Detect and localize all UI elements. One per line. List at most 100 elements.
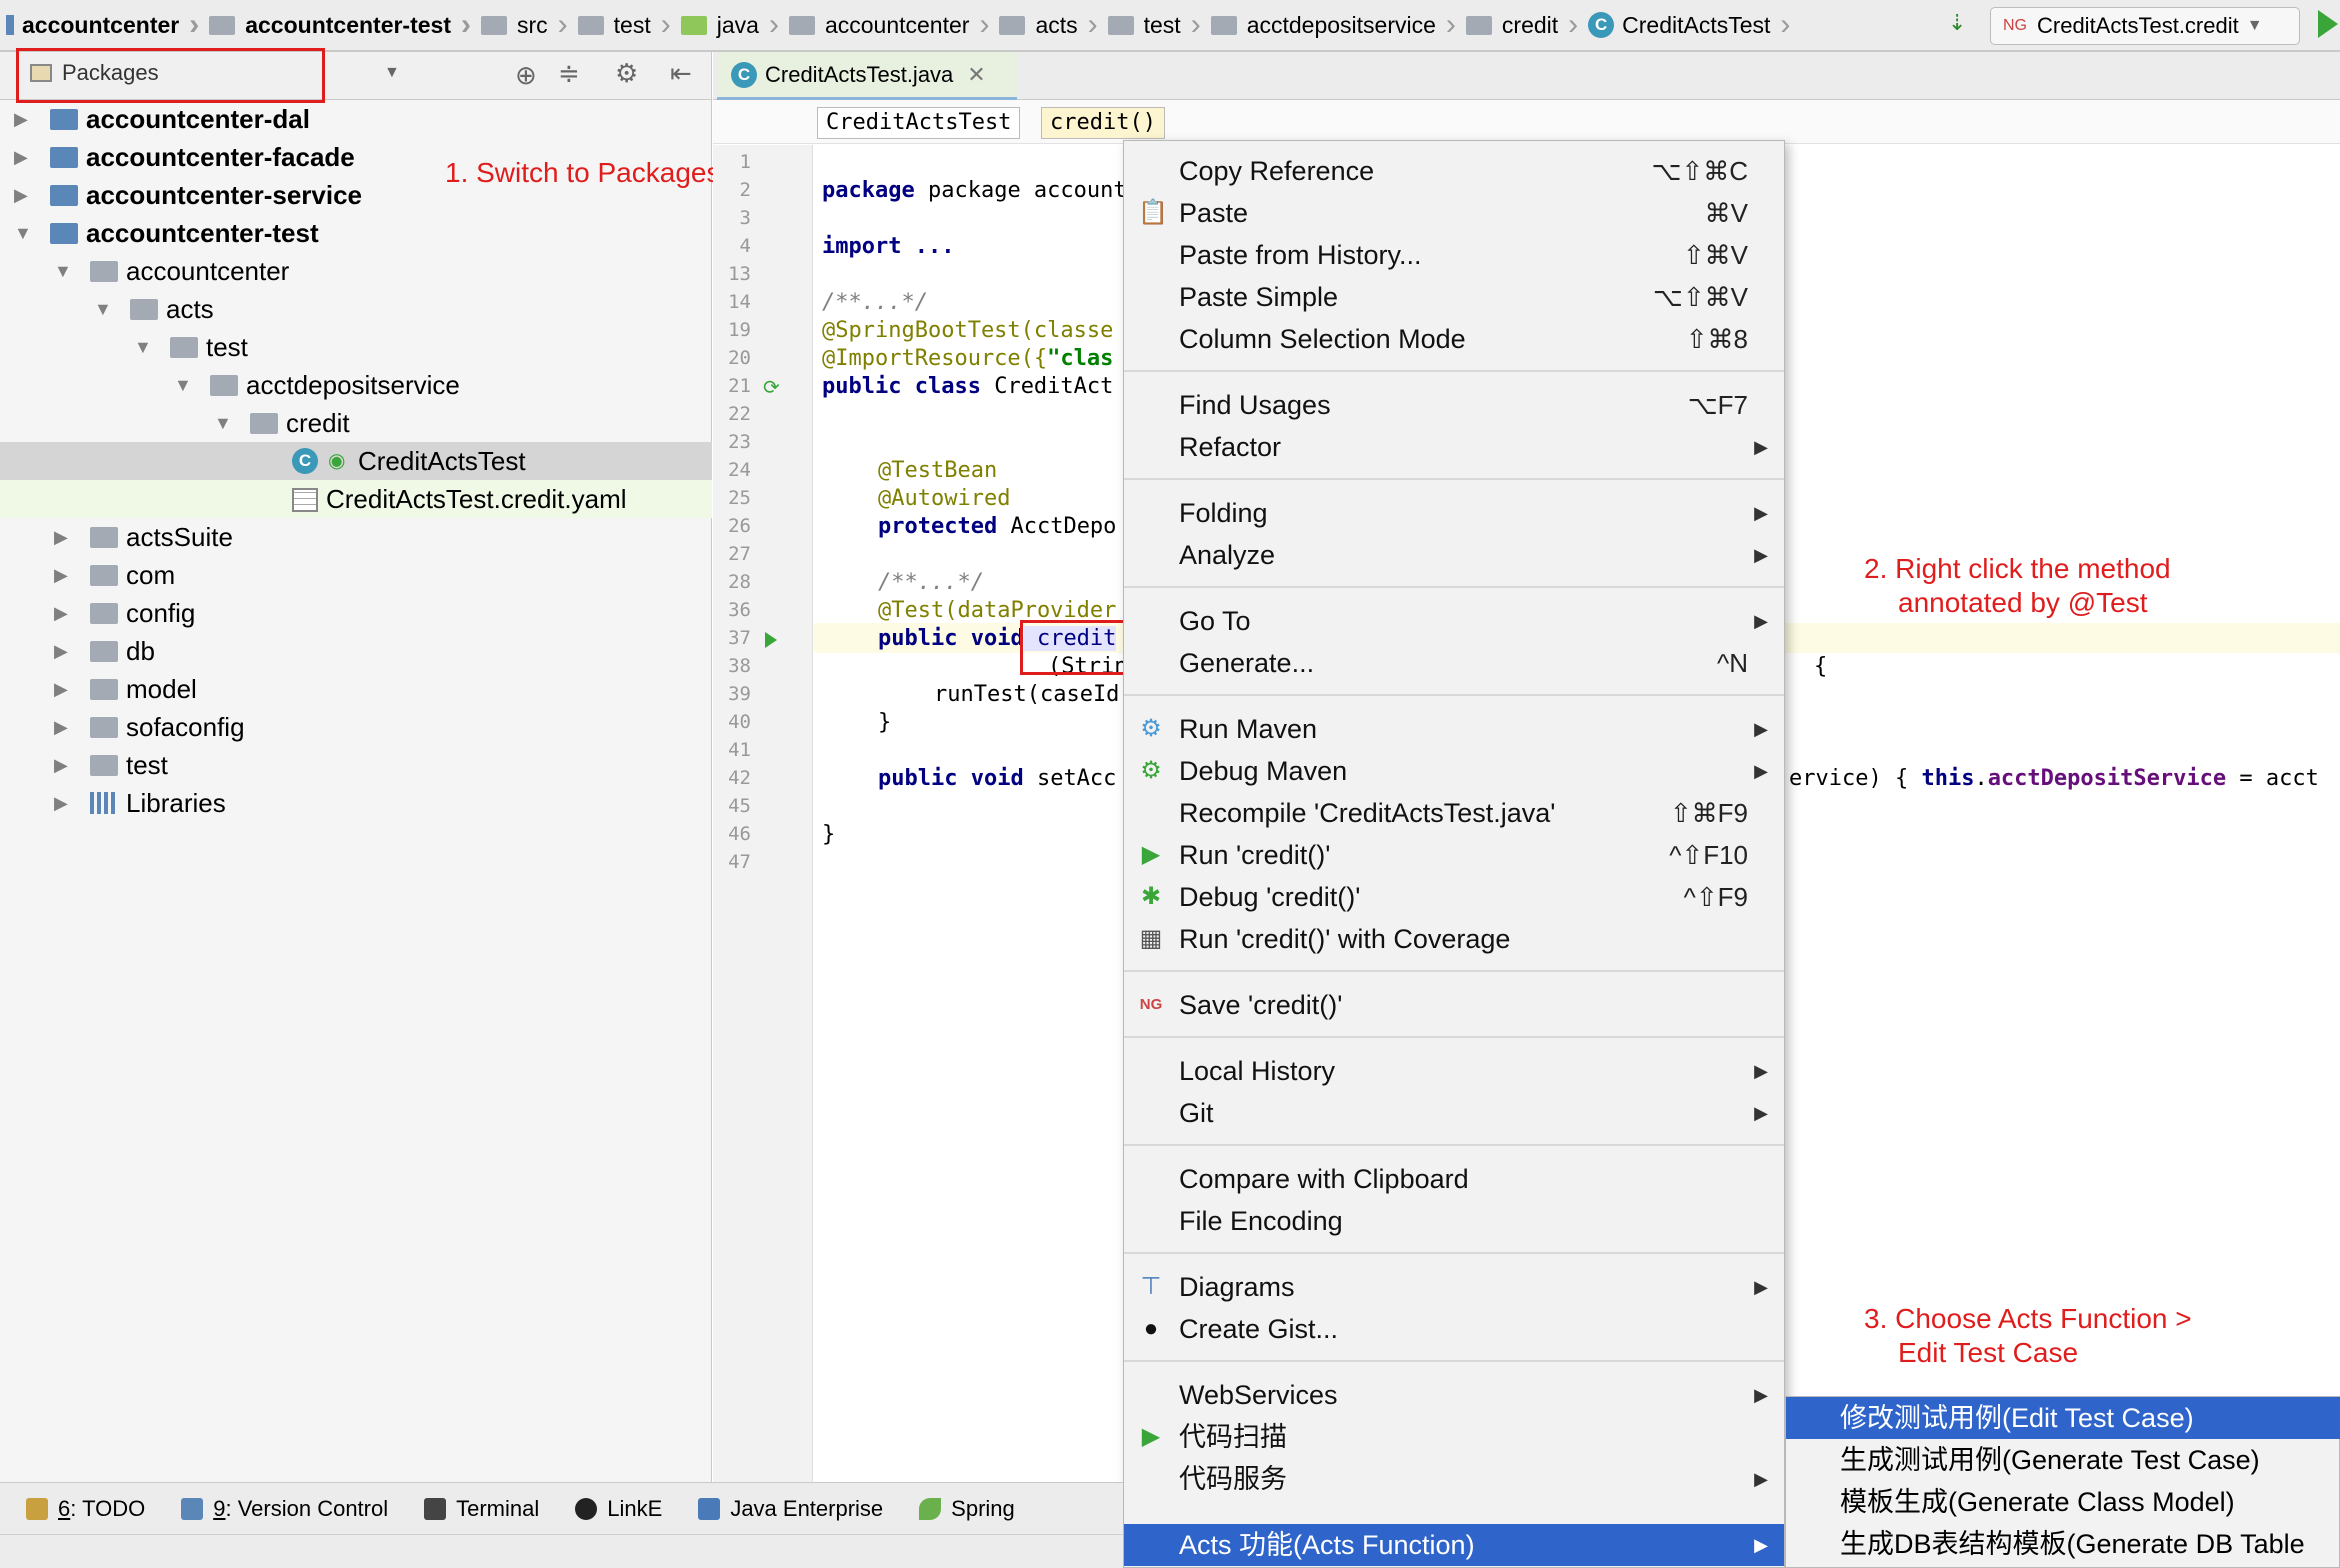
expand-arrow-icon[interactable]: ▶ <box>54 670 68 708</box>
expand-arrow-icon[interactable]: ▶ <box>54 594 68 632</box>
breadcrumb-accountcenter-test[interactable]: accountcenter-test › <box>203 0 475 51</box>
tree-item-actssuite[interactable]: ▶ actsSuite <box>0 518 712 556</box>
collapse-arrow-icon[interactable]: ▼ <box>174 366 192 404</box>
menu-item-local-history[interactable]: Local History ▶ <box>1124 1050 1784 1092</box>
tool-java-enterprise[interactable]: Java Enterprise <box>698 1496 883 1522</box>
menu-item-paste-from-history[interactable]: Paste from History... ⇧⌘V <box>1124 234 1784 276</box>
menu-item-diagrams[interactable]: ⊤ Diagrams ▶ <box>1124 1266 1784 1308</box>
tool-linke[interactable]: LinkE <box>575 1496 662 1522</box>
menu-item-refactor[interactable]: Refactor ▶ <box>1124 426 1784 468</box>
collapse-arrow-icon[interactable]: ▼ <box>134 328 152 366</box>
tree-item-sofaconfig[interactable]: ▶ sofaconfig <box>0 708 712 746</box>
breadcrumb-creditactstest[interactable]: C CreditActsTest › <box>1582 0 1794 51</box>
expand-arrow-icon[interactable]: ▶ <box>54 518 68 556</box>
menu-item-paste[interactable]: 📋 Paste ⌘V <box>1124 192 1784 234</box>
breadcrumb-src[interactable]: src › <box>475 0 572 51</box>
tree-item-creditactstest-yaml[interactable]: CreditActsTest.credit.yaml <box>0 480 712 518</box>
run-class-gutter-icon[interactable]: ⟳ <box>763 375 780 400</box>
expand-arrow-icon[interactable]: ▶ <box>54 784 68 822</box>
menu-item-column-selection[interactable]: Column Selection Mode ⇧⌘8 <box>1124 318 1784 360</box>
menu-item-run-maven[interactable]: ⚙ Run Maven ▶ <box>1124 708 1784 750</box>
collapse-all-icon[interactable]: ≑ <box>558 58 580 89</box>
collapse-arrow-icon[interactable]: ▼ <box>94 290 112 328</box>
tool-todo[interactable]: 6: TODO <box>26 1496 145 1522</box>
hide-panel-icon[interactable]: ⇤ <box>670 58 692 89</box>
tree-item-creditactstest[interactable]: C ◉ CreditActsTest <box>0 442 712 480</box>
tree-item-accountcenter-dal[interactable]: ▶ accountcenter-dal <box>0 100 712 138</box>
locate-icon[interactable]: ⊕ <box>515 60 537 91</box>
menu-item-debug-credit[interactable]: ✱ Debug 'credit()' ^⇧F9 <box>1124 876 1784 918</box>
menu-item-code-scan[interactable]: ▶ 代码扫描 <box>1124 1416 1784 1458</box>
menu-item-compare-clipboard[interactable]: Compare with Clipboard <box>1124 1158 1784 1200</box>
collapse-arrow-icon[interactable]: ▼ <box>54 252 72 290</box>
gear-icon[interactable]: ⚙ <box>615 58 638 89</box>
expand-arrow-icon[interactable]: ▶ <box>14 138 28 176</box>
breadcrumb-accountcenter-pkg[interactable]: accountcenter › <box>783 0 993 51</box>
tool-spring[interactable]: Spring <box>919 1496 1015 1522</box>
breadcrumb-credit[interactable]: credit › <box>1460 0 1582 51</box>
submenu-edit-test-case[interactable]: 修改测试用例(Edit Test Case) <box>1786 1397 2340 1439</box>
menu-item-git[interactable]: Git ▶ <box>1124 1092 1784 1134</box>
run-icon[interactable] <box>2318 10 2338 38</box>
menu-item-copy-reference[interactable]: Copy Reference ⌥⇧⌘C <box>1124 150 1784 192</box>
tree-item-com[interactable]: ▶ com <box>0 556 712 594</box>
module-icon <box>50 109 78 130</box>
menu-item-create-gist[interactable]: ● Create Gist... <box>1124 1308 1784 1350</box>
close-icon[interactable]: ✕ <box>967 62 985 88</box>
tool-version-control[interactable]: 9: Version Control <box>181 1496 388 1522</box>
menu-item-recompile[interactable]: Recompile 'CreditActsTest.java' ⇧⌘F9 <box>1124 792 1784 834</box>
expand-arrow-icon[interactable]: ▶ <box>54 632 68 670</box>
menu-item-generate[interactable]: Generate... ^N <box>1124 642 1784 684</box>
tree-item-test-root[interactable]: ▶ test <box>0 746 712 784</box>
breadcrumb-acts[interactable]: acts › <box>993 0 1101 51</box>
menu-item-save-credit[interactable]: NG Save 'credit()' <box>1124 984 1784 1026</box>
tool-terminal[interactable]: Terminal <box>424 1496 539 1522</box>
breadcrumb-method[interactable]: credit() <box>1041 107 1165 139</box>
menu-item-folding[interactable]: Folding ▶ <box>1124 492 1784 534</box>
breadcrumb-java[interactable]: java › <box>675 0 783 51</box>
menu-item-acts-function[interactable]: Acts 功能(Acts Function) ▶ <box>1124 1524 1784 1566</box>
tree-item-credit[interactable]: ▼ credit <box>0 404 712 442</box>
breadcrumb-accountcenter[interactable]: accountcenter › <box>0 0 203 51</box>
menu-separator <box>1124 694 1784 696</box>
breadcrumb-acctdepositservice[interactable]: acctdepositservice › <box>1205 0 1460 51</box>
menu-item-paste-simple[interactable]: Paste Simple ⌥⇧⌘V <box>1124 276 1784 318</box>
tree-item-db[interactable]: ▶ db <box>0 632 712 670</box>
breadcrumb-test-pkg[interactable]: test › <box>1102 0 1205 51</box>
menu-item-webservices[interactable]: WebServices ▶ <box>1124 1374 1784 1416</box>
menu-item-code-service[interactable]: 代码服务 ▶ <box>1124 1458 1784 1500</box>
breadcrumb-class[interactable]: CreditActsTest <box>817 107 1021 139</box>
sort-icon[interactable]: ⇣ <box>1948 10 1966 36</box>
tree-item-libraries[interactable]: ▶ Libraries <box>0 784 712 822</box>
breadcrumb-test[interactable]: test › <box>572 0 675 51</box>
expand-arrow-icon[interactable]: ▶ <box>14 176 28 214</box>
collapse-arrow-icon[interactable]: ▼ <box>14 214 32 252</box>
tab-creditactstest-java[interactable]: C CreditActsTest.java ✕ <box>717 52 1017 100</box>
tree-item-accountcenter-test[interactable]: ▼ accountcenter-test <box>0 214 712 252</box>
expand-arrow-icon[interactable]: ▶ <box>54 556 68 594</box>
menu-item-debug-maven[interactable]: ⚙ Debug Maven ▶ <box>1124 750 1784 792</box>
collapse-arrow-icon[interactable]: ▼ <box>214 404 232 442</box>
tree-item-model[interactable]: ▶ model <box>0 670 712 708</box>
expand-arrow-icon[interactable]: ▶ <box>14 100 28 138</box>
submenu-generate-db-table[interactable]: 生成DB表结构模板(Generate DB Table <box>1786 1523 2340 1565</box>
tree-item-accountcenter[interactable]: ▼ accountcenter <box>0 252 712 290</box>
tree-item-config[interactable]: ▶ config <box>0 594 712 632</box>
menu-item-run-credit[interactable]: ▶ Run 'credit()' ^⇧F10 <box>1124 834 1784 876</box>
menu-item-find-usages[interactable]: Find Usages ⌥F7 <box>1124 384 1784 426</box>
submenu-generate-test-case[interactable]: 生成测试用例(Generate Test Case) <box>1786 1439 2340 1481</box>
tool-window-bar: 6: TODO 9: Version Control Terminal Link… <box>0 1482 1123 1534</box>
dropdown-arrow-icon[interactable]: ▼ <box>384 64 400 82</box>
menu-item-analyze[interactable]: Analyze ▶ <box>1124 534 1784 576</box>
tree-item-test[interactable]: ▼ test <box>0 328 712 366</box>
tree-item-acctdepositservice[interactable]: ▼ acctdepositservice <box>0 366 712 404</box>
menu-item-file-encoding[interactable]: File Encoding <box>1124 1200 1784 1242</box>
expand-arrow-icon[interactable]: ▶ <box>54 746 68 784</box>
run-method-gutter-icon[interactable] <box>765 632 777 648</box>
expand-arrow-icon[interactable]: ▶ <box>54 708 68 746</box>
submenu-generate-class-model[interactable]: 模板生成(Generate Class Model) <box>1786 1481 2340 1523</box>
menu-item-run-coverage[interactable]: ▦ Run 'credit()' with Coverage <box>1124 918 1784 960</box>
tree-item-acts[interactable]: ▼ acts <box>0 290 712 328</box>
menu-item-go-to[interactable]: Go To ▶ <box>1124 600 1784 642</box>
run-configuration-select[interactable]: NG CreditActsTest.credit ▼ <box>1990 7 2300 45</box>
